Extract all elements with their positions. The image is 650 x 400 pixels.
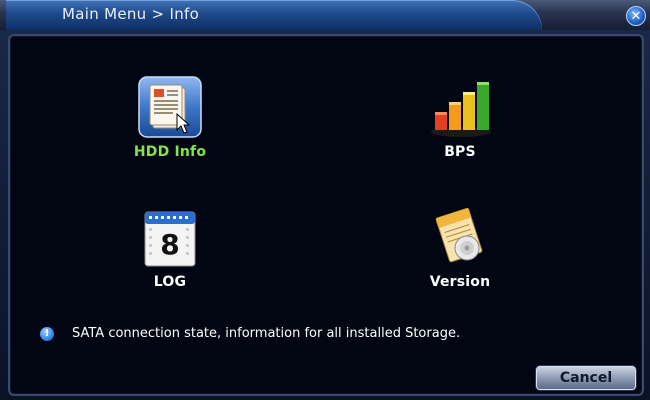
tile-hdd-info[interactable]: HDD Info — [100, 76, 240, 186]
tile-bps[interactable]: BPS — [390, 76, 530, 186]
tile-label: BPS — [444, 144, 476, 160]
version-document-icon — [427, 206, 493, 270]
close-button[interactable]: ✕ — [626, 6, 646, 26]
bar-chart-icon — [427, 76, 493, 140]
hdd-info-icon — [137, 76, 203, 140]
tile-log[interactable]: 8 LOG — [100, 206, 240, 316]
tile-label: LOG — [153, 274, 187, 290]
tile-label: Version — [429, 274, 491, 290]
main-panel: HDD Info BPS 8 LOG Version ! SATA connec… — [8, 34, 644, 396]
cancel-button[interactable]: Cancel — [536, 366, 636, 390]
tile-version[interactable]: Version — [390, 206, 530, 316]
calendar-log-icon: 8 — [137, 206, 203, 270]
tile-label: HDD Info — [133, 144, 207, 160]
title-tab: Main Menu > Info — [6, 0, 542, 30]
info-icon: ! — [40, 326, 54, 341]
close-icon: ✕ — [630, 8, 642, 24]
info-text: SATA connection state, information for a… — [72, 326, 461, 341]
svg-text:8: 8 — [160, 228, 179, 261]
info-message: ! SATA connection state, information for… — [40, 326, 460, 341]
window-title: Main Menu > Info — [62, 5, 200, 23]
